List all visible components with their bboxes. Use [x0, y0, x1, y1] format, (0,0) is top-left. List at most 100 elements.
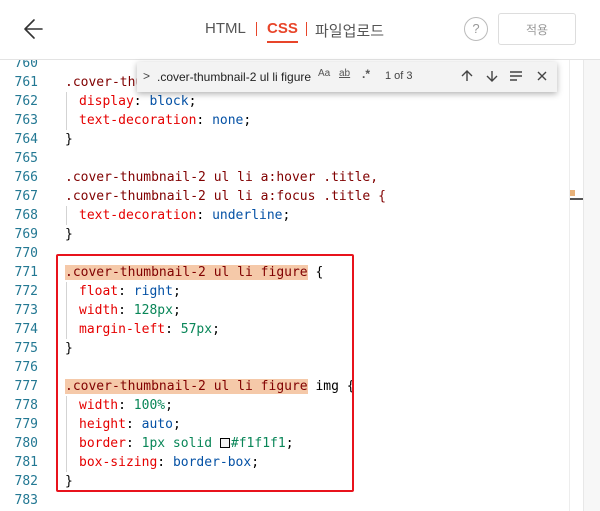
line-number: 776	[14, 360, 38, 375]
top-toolbar: HTML CSS 파일업로드 ? 적용	[0, 0, 600, 60]
indent-guide	[66, 301, 67, 320]
css-property: height	[79, 417, 126, 432]
css-value: none	[212, 113, 244, 128]
match-case-icon[interactable]: Aa	[318, 68, 330, 79]
code-line: 768 text-decoration: underline;	[0, 206, 570, 225]
css-value: auto	[141, 417, 173, 432]
toggle-replace-chevron-icon[interactable]: >	[143, 69, 150, 83]
line-number: 783	[14, 493, 38, 508]
find-in-selection-icon[interactable]	[506, 66, 526, 86]
css-value: 57px	[180, 322, 213, 337]
line-number: 768	[14, 208, 38, 223]
css-value: 128px	[133, 303, 173, 318]
css-property: text-decoration	[79, 113, 197, 128]
line-number: 765	[14, 151, 38, 166]
code-line: 772 float: right;	[0, 282, 570, 301]
css-value: 1px solid	[141, 436, 213, 451]
line-code: width: 128px;	[79, 303, 181, 318]
code-line: 783	[0, 491, 570, 510]
code-line: 767 .cover-thumbnail-2 ul li a:focus .tit…	[0, 187, 570, 206]
line-code: float: right;	[79, 284, 181, 299]
code-line: 775}	[0, 339, 570, 358]
code-line: 779 height: auto;	[0, 415, 570, 434]
css-property: width	[79, 398, 119, 413]
css-property: display	[79, 94, 134, 109]
line-code: .cover-thumbnail-2 ul li a:hover .title,	[65, 170, 379, 185]
css-property: text-decoration	[79, 208, 197, 223]
line-number: 770	[14, 246, 38, 261]
close-icon[interactable]	[532, 66, 552, 86]
indent-guide	[66, 111, 67, 130]
find-match-marker	[570, 190, 575, 196]
css-value: border-box	[172, 455, 252, 470]
previous-match-arrow-up-icon[interactable]	[457, 66, 477, 86]
apply-button[interactable]: 적용	[498, 13, 576, 45]
line-code: border: 1px solid #f1f1f1;	[79, 436, 294, 451]
line-code: .cover-thumbnail-2 ul li a:focus .title …	[65, 189, 386, 204]
indent-guide	[66, 415, 67, 434]
tab-html[interactable]: HTML	[205, 20, 246, 37]
code-line: 780 border: 1px solid #f1f1f1;	[0, 434, 570, 453]
line-number: 775	[14, 341, 38, 356]
code-editor[interactable]: 760 761 .cover-thu 762 display: block; 763 tex…	[0, 60, 600, 511]
find-match-highlight: .cover-thumbnail-2 ul li figure	[65, 379, 308, 394]
code-line: 782}	[0, 472, 570, 491]
next-match-arrow-down-icon[interactable]	[482, 66, 502, 86]
line-number: 769	[14, 227, 38, 242]
indent-guide	[66, 92, 67, 111]
find-widget: > .cover-thumbnail-2 ul li figure Aa ab …	[137, 62, 557, 92]
line-code: margin-left: 57px;	[79, 322, 220, 337]
indent-guide	[66, 206, 67, 225]
code-line: 771 .cover-thumbnail-2 ul li figure {	[0, 263, 570, 282]
line-number: 764	[14, 132, 38, 147]
line-code: box-sizing: border-box;	[79, 455, 260, 470]
line-number: 771	[14, 265, 38, 280]
line-number: 772	[14, 284, 38, 299]
use-regex-icon[interactable]: .*	[362, 67, 370, 81]
line-number: 773	[14, 303, 38, 318]
selector-rest: img {	[307, 379, 355, 394]
tab-file-upload[interactable]: 파일업로드	[315, 20, 384, 41]
vertical-scrollbar[interactable]	[569, 60, 584, 511]
css-property: float	[79, 284, 119, 299]
cursor-position-marker	[570, 198, 584, 200]
line-code: .cover-thumbnail-2 ul li figure {	[65, 263, 323, 282]
line-code: }	[65, 132, 73, 147]
css-property: border	[79, 436, 126, 451]
code-line: 777 .cover-thumbnail-2 ul li figure img {	[0, 377, 570, 396]
line-number: 780	[14, 436, 38, 451]
indent-guide	[66, 453, 67, 472]
line-number: 782	[14, 474, 38, 489]
indent-guide	[66, 396, 67, 415]
code-line: 781 box-sizing: border-box;	[0, 453, 570, 472]
line-number: 781	[14, 455, 38, 470]
code-line: 774 margin-left: 57px;	[0, 320, 570, 339]
code-line: 765	[0, 149, 570, 168]
css-value: right	[133, 284, 173, 299]
tab-css[interactable]: CSS	[267, 20, 298, 43]
line-number: 761	[14, 75, 38, 90]
line-number: 777	[14, 379, 38, 394]
line-code: }	[65, 341, 73, 356]
code-line: 763 text-decoration: none;	[0, 111, 570, 130]
css-value: underline	[212, 208, 283, 223]
line-number: 774	[14, 322, 38, 337]
outer-scrollbar[interactable]	[583, 60, 600, 511]
line-code: display: block;	[79, 94, 197, 109]
css-property: width	[79, 303, 119, 318]
help-icon[interactable]: ?	[464, 17, 488, 41]
code-line: 764}	[0, 130, 570, 149]
match-count: 1 of 3	[385, 70, 413, 82]
code-line: 762 display: block;	[0, 92, 570, 111]
line-code: text-decoration: underline;	[79, 208, 291, 223]
code-line: 769}	[0, 225, 570, 244]
line-code: }	[65, 227, 73, 242]
find-match-highlight: .cover-thumbnail-2 ul li figure	[65, 265, 308, 280]
line-code: width: 100%;	[79, 398, 173, 413]
line-code: .cover-thumbnail-2 ul li figure img {	[65, 377, 355, 396]
color-swatch-icon[interactable]	[219, 438, 230, 448]
line-number: 763	[14, 113, 38, 128]
indent-guide	[66, 434, 67, 453]
css-value: 100%	[133, 398, 166, 413]
match-whole-word-icon[interactable]: ab	[339, 68, 350, 79]
